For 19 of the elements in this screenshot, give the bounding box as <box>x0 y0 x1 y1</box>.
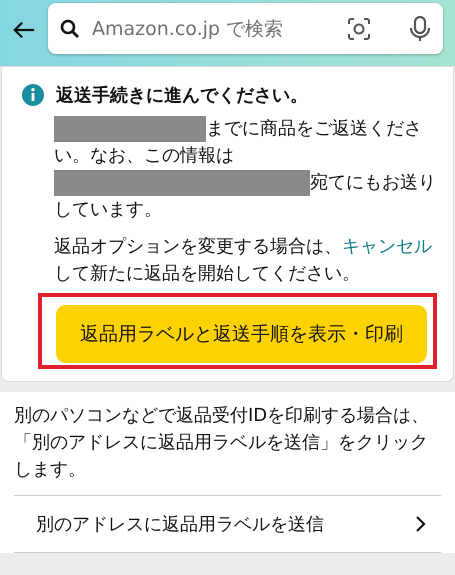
print-label-button[interactable]: 返品用ラベルと返送手順を表示・印刷 <box>56 305 427 363</box>
search-icon <box>60 18 80 38</box>
chevron-right-icon <box>415 515 427 533</box>
info-icon <box>22 84 44 106</box>
list-item[interactable]: 別のアドレスに返品用ラベルを送信 <box>14 495 441 553</box>
search-bar[interactable]: Amazon.co.jp で検索 <box>48 3 443 54</box>
notice-text: 宛てにもお送り <box>310 171 436 195</box>
list-item-label: 別のアドレスに返品用ラベルを送信 <box>36 513 324 536</box>
back-icon[interactable] <box>12 19 36 41</box>
notice-text: い。なお、この情報は <box>54 144 234 168</box>
cancel-link[interactable]: キャンセル <box>342 236 432 257</box>
notice-text: しています。 <box>54 198 162 222</box>
notice-title: 返送手続きに進んでください。 <box>56 84 308 107</box>
camera-icon[interactable] <box>347 16 371 40</box>
microphone-icon[interactable] <box>409 16 431 42</box>
option-text: 返品オプションを変更する場合は、キャンセル して新たに返品を開始してください。 <box>54 235 433 286</box>
search-field[interactable]: Amazon.co.jp で検索 <box>90 16 337 40</box>
help-text: 別のパソコンなどで返品受付IDを印刷する場合は、「別のアドレスに返品用ラベルを送信」をクリックします。 <box>14 404 430 482</box>
notice-text: までに商品をご返送くださ <box>206 117 422 141</box>
